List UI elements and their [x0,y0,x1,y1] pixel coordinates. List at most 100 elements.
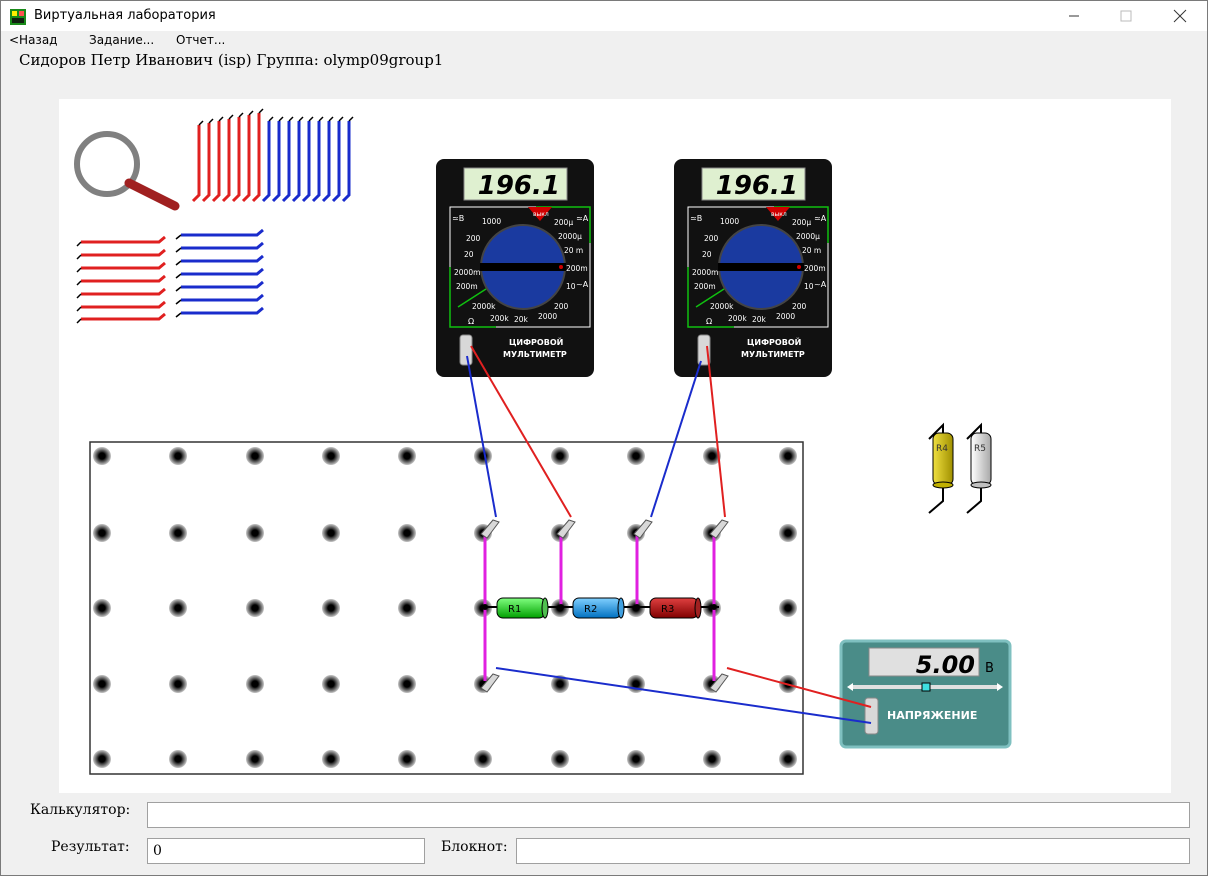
multimeter-2[interactable]: 196.1 выкл ≃B ≃A ~A Ω 1000 200 20 2000m [674,159,832,377]
dial-label: 10 [566,282,576,291]
close-button[interactable] [1157,1,1203,31]
dial-label: 200m [456,282,478,291]
menu-back[interactable]: <Назад [9,33,57,47]
breadboard-hole[interactable] [93,447,111,465]
maximize-button[interactable] [1103,1,1149,31]
dial-label: 200µ [554,218,573,227]
dial-label: 200 [554,302,569,311]
breadboard-hole[interactable] [169,675,187,693]
breadboard-hole[interactable] [322,447,340,465]
multimeter-1-vdc: ≃B [452,214,464,223]
blue-vertical-wires[interactable] [261,116,354,203]
menu-task[interactable]: Задание... [89,33,154,47]
breadboard-hole[interactable] [169,750,187,768]
dial-label: 200 [792,302,807,311]
multimeter-2-label-1: ЦИФРОВОЙ [747,336,801,347]
menu-report[interactable]: Отчет... [176,33,225,47]
breadboard-hole[interactable] [169,524,187,542]
minimize-button[interactable] [1051,1,1097,31]
magnifier-icon[interactable] [74,131,180,211]
notepad-input[interactable] [516,838,1190,864]
dial-label: 2000µ [558,232,582,241]
student-info: Сидоров Петр Иванович (isp) Группа: olym… [19,51,444,69]
multimeter-1-label-2: МУЛЬТИМЕТР [503,350,567,359]
dial-label: 20 m [564,246,583,255]
resistor-r5[interactable]: R5 [966,422,992,514]
voltage-slider-handle[interactable] [921,682,931,692]
result-field[interactable]: 0 [147,838,425,864]
breadboard-hole[interactable] [779,524,797,542]
dial-label: 20k [752,315,767,324]
dial-label: 200k [490,314,509,323]
multimeter-1-off: выкл [533,211,549,218]
dial-label: 200m [694,282,716,291]
breadboard-hole[interactable] [246,524,264,542]
breadboard-hole[interactable] [93,524,111,542]
dial-label: 2000 [776,312,795,321]
lab-canvas[interactable]: R1 R2 R3 196.1 выкл ≃B ≃A ~A Ω 1000 200 … [59,99,1171,793]
dial-label: 200 [704,234,719,243]
breadboard-hole[interactable] [779,447,797,465]
dial-label: 20 [464,250,474,259]
resistor-r3[interactable]: R3 [649,597,702,619]
breadboard-hole[interactable] [779,750,797,768]
dial-label: 1000 [482,217,501,226]
breadboard-hole[interactable] [627,447,645,465]
breadboard-hole[interactable] [398,524,416,542]
dial-label: 10 [804,282,814,291]
multimeter-2-aac: ~A [814,280,827,289]
breadboard-hole[interactable] [398,750,416,768]
breadboard-hole[interactable] [551,447,569,465]
multimeter-2-vdc: ≃B [690,214,702,223]
breadboard-hole[interactable] [322,524,340,542]
breadboard-hole[interactable] [322,599,340,617]
notepad-label: Блокнот: [441,839,508,855]
breadboard-hole[interactable] [246,750,264,768]
dial-label: 20 m [802,246,821,255]
breadboard-hole[interactable] [398,675,416,693]
breadboard-hole[interactable] [322,675,340,693]
breadboard-hole[interactable] [246,599,264,617]
breadboard-hole[interactable] [322,750,340,768]
result-label: Результат: [51,839,130,855]
dial-label: 2000m [454,268,480,277]
supply-value: 5.00 [916,651,975,679]
title-bar: Виртуальная лаборатория [1,1,1207,31]
dial-label: 20 [702,250,712,259]
breadboard-hole[interactable] [246,675,264,693]
red-vertical-wires[interactable] [191,108,264,203]
dial-label: 200m [804,264,826,273]
breadboard-hole[interactable] [474,750,492,768]
dial-label: 2000k [472,302,496,311]
breadboard-hole[interactable] [93,599,111,617]
dial-label: 200m [566,264,588,273]
supply-label: НАПРЯЖЕНИЕ [887,709,977,722]
multimeter-1-aac: ~A [576,280,589,289]
minimize-icon [1069,15,1079,17]
window-title: Виртуальная лаборатория [34,8,216,23]
resistor-r2[interactable]: R2 [572,597,625,619]
resistor-r1[interactable]: R1 [496,597,549,619]
breadboard-hole[interactable] [169,447,187,465]
multimeter-2-off: выкл [771,211,787,218]
breadboard-hole[interactable] [398,599,416,617]
blue-horizontal-wires[interactable] [175,228,264,318]
breadboard-hole[interactable] [246,447,264,465]
multimeter-1[interactable]: 196.1 выкл ≃B ≃A ~A Ω 1000 200 20 2000m [436,159,594,377]
breadboard-hole[interactable] [551,750,569,768]
breadboard-hole[interactable] [169,599,187,617]
breadboard-hole[interactable] [779,599,797,617]
power-supply[interactable]: 5.00 В НАПРЯЖЕНИЕ [839,639,1012,749]
breadboard-hole[interactable] [627,750,645,768]
resistor-r1-label: R1 [508,604,521,615]
multimeter-2-display: 196.1 [716,171,798,201]
calculator-input[interactable] [147,802,1190,828]
breadboard-hole[interactable] [93,750,111,768]
close-icon [1173,9,1187,23]
breadboard-hole[interactable] [93,675,111,693]
red-horizontal-wires[interactable] [76,235,166,324]
breadboard-hole[interactable] [398,447,416,465]
resistor-r4[interactable]: R4 [928,422,954,514]
supply-unit: В [985,661,994,676]
breadboard-hole[interactable] [703,750,721,768]
